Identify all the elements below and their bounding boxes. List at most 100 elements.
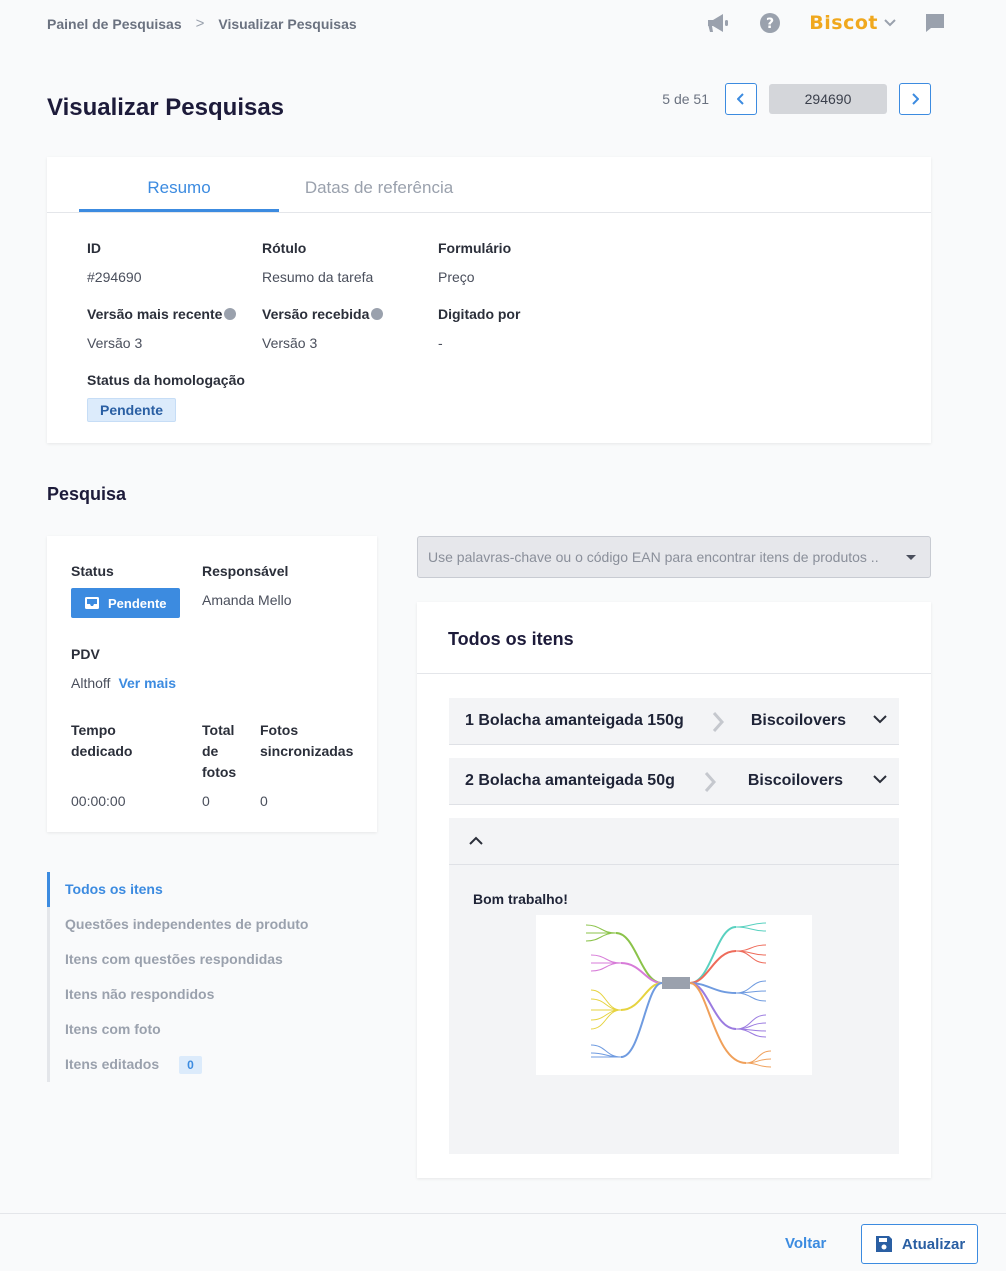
- field-label: PDV: [71, 646, 100, 662]
- chevron-down-icon: [873, 715, 887, 724]
- field-label: de: [202, 743, 219, 759]
- save-icon: [875, 1236, 892, 1252]
- help-icon[interactable]: ?: [757, 10, 783, 36]
- top-bar: Painel de Pesquisas > Visualizar Pesquis…: [0, 0, 1006, 48]
- item-brand: Biscoilovers: [750, 712, 846, 729]
- field-label: Total: [202, 722, 235, 738]
- field-label: Responsável: [202, 563, 289, 579]
- previous-button[interactable]: [725, 83, 757, 115]
- field-pdv: PDV Althoff Ver mais: [71, 646, 176, 691]
- tab-datas-referencia[interactable]: Datas de referência: [279, 157, 479, 212]
- items-card: Todos os itens 1 Bolacha amanteigada 150…: [417, 602, 931, 1178]
- field-status: Status Pendente: [71, 563, 180, 618]
- filter-questoes-respondidas[interactable]: Itens com questões respondidas: [50, 942, 347, 977]
- update-button-label: Atualizar: [901, 1235, 966, 1253]
- items-divider: [417, 673, 931, 674]
- field-value: Versão 3: [87, 335, 143, 351]
- field-id: ID #294690: [87, 240, 142, 285]
- expanded-panel: Bom trabalho!: [449, 818, 899, 1154]
- item-name: 1 Bolacha amanteigada 150g: [465, 712, 684, 729]
- field-label: dedicado: [71, 743, 133, 759]
- filter-list: Todos os itens Questões independentes de…: [47, 872, 347, 1082]
- status-button-label: Pendente: [108, 595, 167, 611]
- filter-com-foto[interactable]: Itens com foto: [50, 1012, 347, 1047]
- field-value: 00:00:00: [71, 793, 126, 809]
- items-title: Todos os itens: [448, 629, 574, 649]
- info-icon[interactable]: [371, 308, 384, 320]
- field-value: Preço: [438, 269, 475, 285]
- chevron-up-icon: [469, 836, 483, 845]
- product-search-select[interactable]: Use palavras-chave ou o código EAN para …: [417, 536, 931, 578]
- field-value: Versão 3: [262, 335, 318, 351]
- field-versao-recente: Versão mais recente Versão 3: [87, 306, 237, 351]
- chevron-down-icon: [873, 775, 887, 784]
- filter-questoes-independentes[interactable]: Questões independentes de produto: [50, 907, 347, 942]
- field-value: #294690: [87, 269, 142, 285]
- item-row[interactable]: 1 Bolacha amanteigada 150g Biscoilovers: [449, 698, 899, 745]
- current-id-field[interactable]: 294690: [769, 84, 887, 114]
- tab-resumo[interactable]: Resumo: [79, 157, 279, 212]
- field-value: 0: [260, 793, 268, 809]
- breadcrumb-separator-icon: >: [195, 15, 205, 32]
- brand-selector[interactable]: Biscot: [809, 12, 896, 34]
- field-label: fotos: [202, 764, 237, 780]
- field-versao-recebida: Versão recebida Versão 3: [262, 306, 384, 351]
- field-formulario: Formulário Preço: [438, 240, 511, 285]
- collapse-toggle[interactable]: [449, 818, 899, 865]
- section-title-pesquisa: Pesquisa: [47, 484, 127, 504]
- chevron-right-icon: [704, 772, 717, 792]
- footer-divider: [0, 1213, 1006, 1214]
- breadcrumb: Painel de Pesquisas > Visualizar Pesquis…: [47, 15, 357, 32]
- ver-mais-link[interactable]: Ver mais: [118, 675, 176, 691]
- field-label: ID: [87, 240, 101, 256]
- chevron-down-icon: [884, 19, 896, 27]
- back-button[interactable]: Voltar: [785, 1235, 826, 1252]
- field-label: Rótulo: [262, 240, 307, 256]
- field-rotulo: Rótulo Resumo da tarefa: [262, 240, 373, 285]
- filter-editados[interactable]: Itens editados 0: [50, 1047, 347, 1082]
- breadcrumb-item-painel[interactable]: Painel de Pesquisas: [47, 16, 182, 32]
- field-value: -: [438, 335, 443, 351]
- filter-label: Itens editados: [65, 1056, 160, 1072]
- field-tempo: Tempo dedicado 00:00:00: [71, 720, 132, 812]
- field-value: Resumo da tarefa: [262, 269, 374, 285]
- summary-card: Resumo Datas de referência ID #294690 Ró…: [47, 157, 931, 443]
- field-digitado-por: Digitado por -: [438, 306, 520, 351]
- mindmap-illustration: [536, 915, 812, 1075]
- filter-todos-itens[interactable]: Todos os itens: [47, 872, 347, 907]
- next-button[interactable]: [899, 83, 931, 115]
- item-name: 2 Bolacha amanteigada 50g: [465, 772, 675, 789]
- page-title: Visualizar Pesquisas: [47, 94, 285, 121]
- field-label: Fotos: [260, 722, 299, 738]
- field-label: Tempo: [71, 722, 116, 738]
- field-label: Digitado por: [438, 306, 521, 322]
- status-button[interactable]: Pendente: [71, 588, 180, 618]
- item-row[interactable]: 2 Bolacha amanteigada 50g Biscoilovers: [449, 758, 899, 805]
- field-value: Amanda Mello: [202, 592, 292, 608]
- chevron-left-icon: [737, 93, 744, 105]
- update-button[interactable]: Atualizar: [861, 1224, 978, 1264]
- inbox-icon: [85, 597, 99, 609]
- chevron-right-icon: [712, 712, 725, 732]
- field-total-fotos: Total de fotos 0: [202, 720, 236, 812]
- field-label: Versão mais recente: [87, 306, 223, 322]
- field-value: 0: [202, 793, 210, 809]
- search-placeholder: Use palavras-chave ou o código EAN para …: [428, 549, 879, 565]
- field-label: Formulário: [438, 240, 512, 256]
- count-badge: 0: [179, 1055, 202, 1074]
- caret-down-icon: [906, 555, 916, 560]
- megaphone-icon[interactable]: [705, 10, 731, 36]
- field-label: Status: [71, 563, 114, 579]
- filter-nao-respondidos[interactable]: Itens não respondidos: [50, 977, 347, 1012]
- status-badge: Pendente: [87, 398, 177, 422]
- status-card: Status Pendente Responsável Amanda Mello…: [47, 536, 377, 832]
- field-value: Althoff: [71, 675, 111, 691]
- info-icon[interactable]: [224, 308, 237, 320]
- chat-icon[interactable]: [922, 10, 948, 36]
- pager: 5 de 51 294690: [662, 83, 931, 115]
- chevron-right-icon: [912, 93, 919, 105]
- field-homologacao: Status da homologação Pendente: [87, 372, 245, 422]
- svg-text:?: ?: [766, 16, 774, 32]
- field-label: sincronizadas: [260, 743, 354, 759]
- pager-count: 5 de 51: [662, 91, 709, 107]
